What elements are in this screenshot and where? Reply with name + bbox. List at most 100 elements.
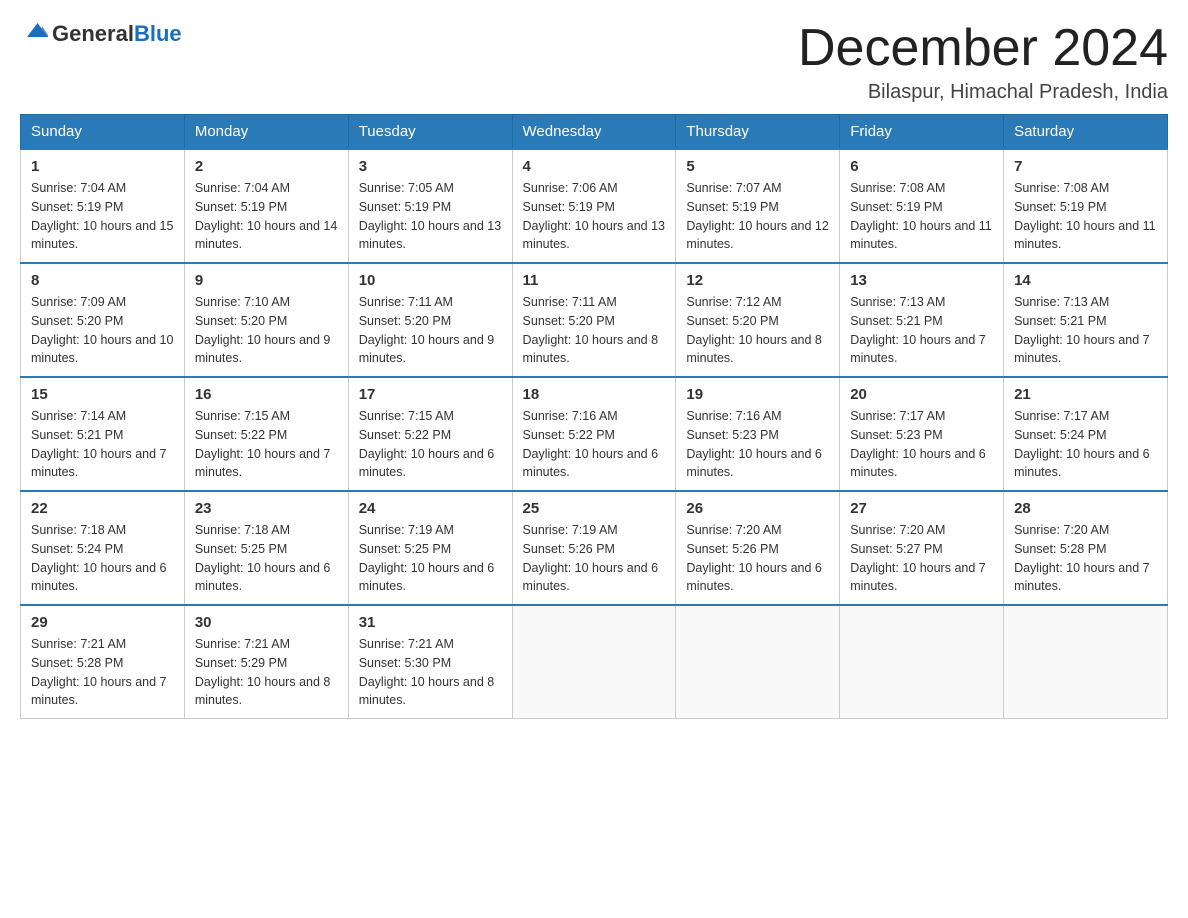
calendar-cell: 6 Sunrise: 7:08 AM Sunset: 5:19 PM Dayli… [840,149,1004,263]
logo-icon [20,16,48,44]
day-number: 25 [523,500,666,517]
calendar-cell: 21 Sunrise: 7:17 AM Sunset: 5:24 PM Dayl… [1004,377,1168,491]
day-number: 7 [1014,158,1157,175]
day-info: Sunrise: 7:19 AM Sunset: 5:26 PM Dayligh… [523,521,666,596]
day-info: Sunrise: 7:21 AM Sunset: 5:28 PM Dayligh… [31,635,174,710]
calendar-cell: 14 Sunrise: 7:13 AM Sunset: 5:21 PM Dayl… [1004,263,1168,377]
calendar-cell: 1 Sunrise: 7:04 AM Sunset: 5:19 PM Dayli… [21,149,185,263]
day-info: Sunrise: 7:21 AM Sunset: 5:30 PM Dayligh… [359,635,502,710]
calendar-cell [840,605,1004,719]
calendar-cell [1004,605,1168,719]
calendar-cell: 3 Sunrise: 7:05 AM Sunset: 5:19 PM Dayli… [348,149,512,263]
day-number: 19 [686,386,829,403]
logo-general-text: General [52,21,134,46]
day-info: Sunrise: 7:11 AM Sunset: 5:20 PM Dayligh… [523,293,666,368]
day-number: 23 [195,500,338,517]
calendar-cell: 4 Sunrise: 7:06 AM Sunset: 5:19 PM Dayli… [512,149,676,263]
day-number: 21 [1014,386,1157,403]
day-info: Sunrise: 7:20 AM Sunset: 5:28 PM Dayligh… [1014,521,1157,596]
day-number: 17 [359,386,502,403]
weekday-header-saturday: Saturday [1004,115,1168,150]
calendar-cell: 15 Sunrise: 7:14 AM Sunset: 5:21 PM Dayl… [21,377,185,491]
day-number: 5 [686,158,829,175]
day-number: 26 [686,500,829,517]
calendar-cell: 27 Sunrise: 7:20 AM Sunset: 5:27 PM Dayl… [840,491,1004,605]
day-number: 29 [31,614,174,631]
day-info: Sunrise: 7:04 AM Sunset: 5:19 PM Dayligh… [195,179,338,254]
calendar-cell: 23 Sunrise: 7:18 AM Sunset: 5:25 PM Dayl… [184,491,348,605]
day-number: 6 [850,158,993,175]
day-info: Sunrise: 7:14 AM Sunset: 5:21 PM Dayligh… [31,407,174,482]
day-info: Sunrise: 7:16 AM Sunset: 5:23 PM Dayligh… [686,407,829,482]
calendar-cell: 31 Sunrise: 7:21 AM Sunset: 5:30 PM Dayl… [348,605,512,719]
day-info: Sunrise: 7:20 AM Sunset: 5:27 PM Dayligh… [850,521,993,596]
day-number: 10 [359,272,502,289]
calendar-cell: 12 Sunrise: 7:12 AM Sunset: 5:20 PM Dayl… [676,263,840,377]
calendar-cell [512,605,676,719]
week-row-4: 22 Sunrise: 7:18 AM Sunset: 5:24 PM Dayl… [21,491,1168,605]
day-info: Sunrise: 7:12 AM Sunset: 5:20 PM Dayligh… [686,293,829,368]
calendar-cell: 9 Sunrise: 7:10 AM Sunset: 5:20 PM Dayli… [184,263,348,377]
day-number: 1 [31,158,174,175]
day-number: 22 [31,500,174,517]
calendar-cell: 30 Sunrise: 7:21 AM Sunset: 5:29 PM Dayl… [184,605,348,719]
day-number: 30 [195,614,338,631]
day-info: Sunrise: 7:15 AM Sunset: 5:22 PM Dayligh… [195,407,338,482]
week-row-3: 15 Sunrise: 7:14 AM Sunset: 5:21 PM Dayl… [21,377,1168,491]
day-number: 31 [359,614,502,631]
calendar-cell: 29 Sunrise: 7:21 AM Sunset: 5:28 PM Dayl… [21,605,185,719]
day-info: Sunrise: 7:16 AM Sunset: 5:22 PM Dayligh… [523,407,666,482]
day-number: 16 [195,386,338,403]
day-info: Sunrise: 7:18 AM Sunset: 5:25 PM Dayligh… [195,521,338,596]
calendar-cell: 25 Sunrise: 7:19 AM Sunset: 5:26 PM Dayl… [512,491,676,605]
day-info: Sunrise: 7:04 AM Sunset: 5:19 PM Dayligh… [31,179,174,254]
day-number: 13 [850,272,993,289]
day-number: 24 [359,500,502,517]
day-info: Sunrise: 7:13 AM Sunset: 5:21 PM Dayligh… [850,293,993,368]
day-number: 3 [359,158,502,175]
calendar-title: December 2024 [798,20,1168,77]
day-info: Sunrise: 7:17 AM Sunset: 5:24 PM Dayligh… [1014,407,1157,482]
day-number: 8 [31,272,174,289]
day-info: Sunrise: 7:08 AM Sunset: 5:19 PM Dayligh… [1014,179,1157,254]
calendar-cell: 19 Sunrise: 7:16 AM Sunset: 5:23 PM Dayl… [676,377,840,491]
calendar-cell: 17 Sunrise: 7:15 AM Sunset: 5:22 PM Dayl… [348,377,512,491]
weekday-header-row: SundayMondayTuesdayWednesdayThursdayFrid… [21,115,1168,150]
weekday-header-wednesday: Wednesday [512,115,676,150]
calendar-cell: 10 Sunrise: 7:11 AM Sunset: 5:20 PM Dayl… [348,263,512,377]
weekday-header-friday: Friday [840,115,1004,150]
week-row-1: 1 Sunrise: 7:04 AM Sunset: 5:19 PM Dayli… [21,149,1168,263]
calendar-cell: 28 Sunrise: 7:20 AM Sunset: 5:28 PM Dayl… [1004,491,1168,605]
weekday-header-tuesday: Tuesday [348,115,512,150]
day-number: 9 [195,272,338,289]
day-number: 27 [850,500,993,517]
calendar-table: SundayMondayTuesdayWednesdayThursdayFrid… [20,114,1168,719]
day-info: Sunrise: 7:10 AM Sunset: 5:20 PM Dayligh… [195,293,338,368]
calendar-cell: 8 Sunrise: 7:09 AM Sunset: 5:20 PM Dayli… [21,263,185,377]
calendar-cell: 18 Sunrise: 7:16 AM Sunset: 5:22 PM Dayl… [512,377,676,491]
day-info: Sunrise: 7:06 AM Sunset: 5:19 PM Dayligh… [523,179,666,254]
calendar-cell: 5 Sunrise: 7:07 AM Sunset: 5:19 PM Dayli… [676,149,840,263]
calendar-cell: 11 Sunrise: 7:11 AM Sunset: 5:20 PM Dayl… [512,263,676,377]
week-row-2: 8 Sunrise: 7:09 AM Sunset: 5:20 PM Dayli… [21,263,1168,377]
day-number: 2 [195,158,338,175]
day-info: Sunrise: 7:20 AM Sunset: 5:26 PM Dayligh… [686,521,829,596]
day-info: Sunrise: 7:15 AM Sunset: 5:22 PM Dayligh… [359,407,502,482]
calendar-cell: 24 Sunrise: 7:19 AM Sunset: 5:25 PM Dayl… [348,491,512,605]
day-info: Sunrise: 7:08 AM Sunset: 5:19 PM Dayligh… [850,179,993,254]
day-number: 14 [1014,272,1157,289]
day-info: Sunrise: 7:19 AM Sunset: 5:25 PM Dayligh… [359,521,502,596]
day-info: Sunrise: 7:18 AM Sunset: 5:24 PM Dayligh… [31,521,174,596]
calendar-cell: 16 Sunrise: 7:15 AM Sunset: 5:22 PM Dayl… [184,377,348,491]
calendar-cell: 20 Sunrise: 7:17 AM Sunset: 5:23 PM Dayl… [840,377,1004,491]
calendar-cell: 26 Sunrise: 7:20 AM Sunset: 5:26 PM Dayl… [676,491,840,605]
week-row-5: 29 Sunrise: 7:21 AM Sunset: 5:28 PM Dayl… [21,605,1168,719]
day-number: 20 [850,386,993,403]
day-info: Sunrise: 7:05 AM Sunset: 5:19 PM Dayligh… [359,179,502,254]
day-number: 12 [686,272,829,289]
weekday-header-thursday: Thursday [676,115,840,150]
day-info: Sunrise: 7:11 AM Sunset: 5:20 PM Dayligh… [359,293,502,368]
calendar-subtitle: Bilaspur, Himachal Pradesh, India [798,81,1168,104]
title-area: December 2024 Bilaspur, Himachal Pradesh… [798,20,1168,104]
calendar-cell: 13 Sunrise: 7:13 AM Sunset: 5:21 PM Dayl… [840,263,1004,377]
